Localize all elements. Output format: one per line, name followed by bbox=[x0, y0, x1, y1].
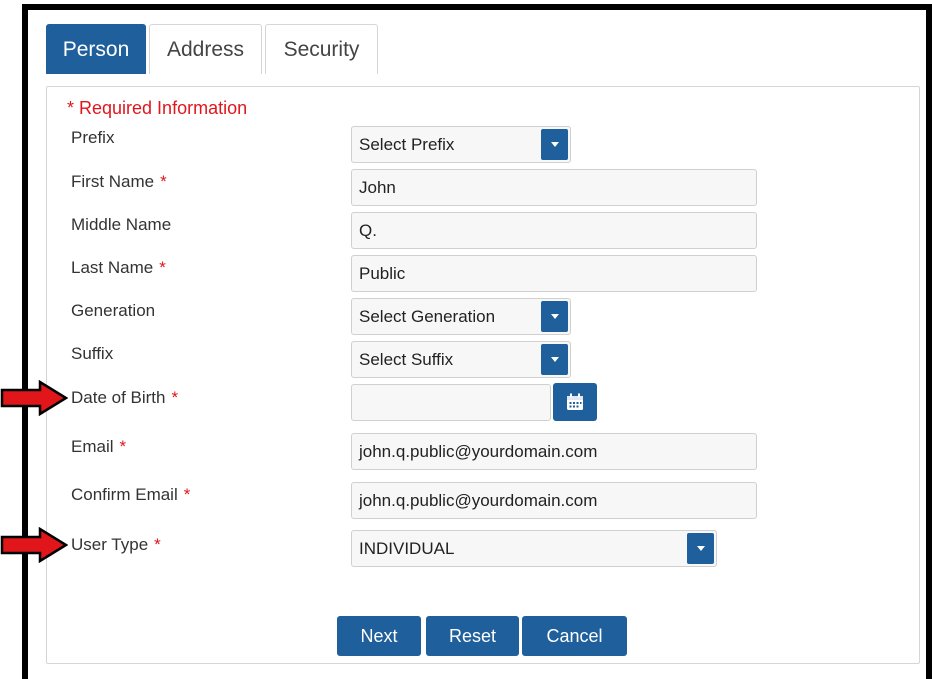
middle-name-label: Middle Name bbox=[71, 215, 172, 234]
reset-button[interactable]: Reset bbox=[426, 616, 519, 656]
middle-name-input[interactable]: Q. bbox=[351, 212, 757, 249]
email-label: Email * bbox=[71, 437, 127, 456]
chevron-down-icon[interactable] bbox=[541, 344, 568, 375]
date-picker-button[interactable] bbox=[553, 383, 597, 421]
cancel-button[interactable]: Cancel bbox=[522, 616, 627, 656]
generation-select[interactable]: Select Generation bbox=[351, 298, 571, 335]
required-star: * bbox=[119, 437, 127, 456]
date-of-birth-input[interactable] bbox=[351, 384, 551, 421]
chevron-down-icon[interactable] bbox=[687, 533, 714, 564]
red-arrow-icon bbox=[0, 527, 68, 563]
last-name-label: Last Name * bbox=[71, 258, 166, 277]
generation-select-value: Select Generation bbox=[359, 307, 496, 326]
prefix-label: Prefix bbox=[71, 128, 115, 147]
suffix-label: Suffix bbox=[71, 344, 114, 363]
required-star: * bbox=[183, 485, 191, 504]
confirm-email-label: Confirm Email * bbox=[71, 485, 191, 504]
chevron-down-icon[interactable] bbox=[541, 129, 568, 160]
red-arrow-icon bbox=[0, 380, 68, 416]
required-star: * bbox=[154, 535, 161, 554]
required-star: * bbox=[171, 388, 179, 407]
date-of-birth-label: Date of Birth * bbox=[71, 388, 179, 407]
required-star: * bbox=[159, 258, 166, 277]
suffix-select[interactable]: Select Suffix bbox=[351, 341, 571, 378]
confirm-email-input[interactable]: john.q.public@yourdomain.com bbox=[351, 482, 757, 519]
required-information-note: * Required Information bbox=[67, 98, 248, 118]
last-name-input[interactable]: Public bbox=[351, 255, 757, 292]
required-star: * bbox=[160, 172, 167, 191]
first-name-input[interactable]: John bbox=[351, 169, 757, 206]
prefix-select[interactable]: Select Prefix bbox=[351, 126, 571, 163]
user-type-select[interactable]: INDIVIDUAL bbox=[351, 530, 717, 567]
user-type-select-value: INDIVIDUAL bbox=[359, 539, 455, 558]
email-input[interactable]: john.q.public@yourdomain.com bbox=[351, 433, 757, 470]
user-type-label: User Type * bbox=[71, 535, 161, 554]
first-name-label: First Name * bbox=[71, 172, 167, 191]
prefix-select-value: Select Prefix bbox=[359, 135, 455, 154]
calendar-icon bbox=[567, 393, 583, 410]
tab-person[interactable]: Person bbox=[46, 24, 146, 74]
tab-security[interactable]: Security bbox=[265, 24, 378, 74]
chevron-down-icon[interactable] bbox=[541, 301, 568, 332]
next-button[interactable]: Next bbox=[337, 616, 421, 656]
suffix-select-value: Select Suffix bbox=[359, 350, 454, 369]
generation-label: Generation bbox=[71, 301, 156, 320]
tab-address[interactable]: Address bbox=[149, 24, 262, 74]
